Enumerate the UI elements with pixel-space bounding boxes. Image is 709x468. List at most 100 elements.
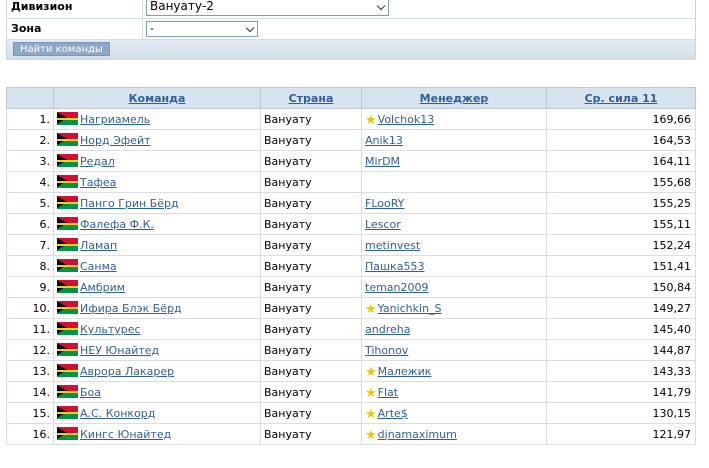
team-link[interactable]: Амбрим [80,281,125,294]
manager-link[interactable]: Flat [378,386,398,399]
table-row: 12. НЕУ Юнайтед Вануату Tihonov 144,87 [6,339,696,361]
power-cell: 164,11 [546,150,696,172]
team-link[interactable]: Норд Эфейт [80,134,151,147]
filter-toolbar: Найти команды [7,40,695,60]
country-cell: Вануату [260,381,362,403]
team-link[interactable]: Фалефа Ф.К. [80,218,154,231]
team-link[interactable]: Нагриамель [80,113,150,126]
vanuatu-flag-icon [57,301,78,314]
header-manager[interactable]: Менеджер [361,87,547,109]
country-cell: Вануату [260,360,362,382]
team-link[interactable]: Редал [80,155,115,168]
vanuatu-flag-icon [57,259,78,272]
header-power[interactable]: Ср. сила 11 [546,87,696,109]
power-cell: 141,79 [546,381,696,403]
vanuatu-flag-icon [57,112,78,125]
rank-cell: 2. [6,129,54,151]
team-cell: Санма [53,255,261,277]
team-cell: Аврора Лакарер [53,360,261,382]
zone-label: Зона [7,19,143,39]
team-link[interactable]: Культурес [80,323,141,336]
manager-link[interactable]: Tihonov [365,344,408,357]
manager-cell: Пашка553 [361,255,547,277]
team-cell: НЕУ Юнайтед [53,339,261,361]
table-row: 11. Культурес Вануату andreha 145,40 [6,318,696,340]
division-select[interactable]: Вануату-2 [146,0,389,16]
country-cell: Вануату [260,297,362,319]
table-row: 10. Ифира Блэк Бёрд Вануату ★Yanichkin_S 149… [6,297,696,319]
manager-cell: ★djnamaximum [361,423,547,445]
country-cell: Вануату [260,318,362,340]
table-row: 14. Боа Вануату ★Flat 141,79 [6,381,696,403]
header-country[interactable]: Страна [260,87,362,109]
vanuatu-flag-icon [57,154,78,167]
manager-link[interactable]: Lescor [365,218,401,231]
vanuatu-flag-icon [57,427,78,440]
manager-link[interactable]: MirDM [365,155,400,168]
manager-link[interactable]: Yanichkin_S [378,302,442,315]
vanuatu-flag-icon [57,364,78,377]
filter-form: Дивизион Вануату-2 Зона - Найти команды [6,0,696,60]
find-teams-button[interactable]: Найти команды [13,42,110,56]
country-cell: Вануату [260,192,362,214]
rank-cell: 12. [6,339,54,361]
table-row: 4. Тафеа Вануату 155,68 [6,171,696,193]
sort-team-link[interactable]: Команда [129,92,186,105]
team-link[interactable]: Аврора Лакарер [80,365,174,378]
team-cell: Редал [53,150,261,172]
manager-cell: ★Arte$ [361,402,547,424]
rank-cell: 7. [6,234,54,256]
manager-link[interactable]: metinvest [365,239,420,252]
team-cell: Ламап [53,234,261,256]
team-cell: А.С. Конкорд [53,402,261,424]
zone-select[interactable]: - [146,21,258,37]
manager-link[interactable]: Arte$ [378,407,408,420]
power-cell: 145,40 [546,318,696,340]
manager-link[interactable]: FLooRY [365,197,404,210]
rank-cell: 14. [6,381,54,403]
vanuatu-flag-icon [57,175,78,188]
manager-link[interactable]: Volchok13 [378,113,435,126]
rank-cell: 3. [6,150,54,172]
team-link[interactable]: Санма [80,260,117,273]
sort-manager-link[interactable]: Менеджер [420,92,489,105]
rank-cell: 13. [6,360,54,382]
manager-cell: FLooRY [361,192,547,214]
manager-cell: ★Flat [361,381,547,403]
sort-country-link[interactable]: Страна [289,92,334,105]
manager-link[interactable]: Пашка553 [365,260,424,273]
manager-cell: Anik13 [361,129,547,151]
power-cell: 143,33 [546,360,696,382]
manager-link[interactable]: Anik13 [365,134,403,147]
zone-select-value: - [150,22,154,35]
team-link[interactable]: Кингс Юнайтед [80,428,171,441]
team-link[interactable]: Ламап [80,239,117,252]
teams-table-body: 1. Нагриамель Вануату ★Volchok13 169,66 2. Нор… [6,108,696,445]
team-cell: Норд Эфейт [53,129,261,151]
team-link[interactable]: Ифира Блэк Бёрд [80,302,182,315]
vanuatu-flag-icon [57,217,78,230]
manager-link[interactable]: andreha [365,323,410,336]
manager-cell [361,171,547,193]
team-link[interactable]: Панго Грин Бёрд [80,197,179,210]
manager-link[interactable]: teman2009 [365,281,429,294]
table-row: 9. Амбрим Вануату teman2009 150,84 [6,276,696,298]
manager-cell: Tihonov [361,339,547,361]
team-link[interactable]: А.С. Конкорд [80,407,155,420]
star-icon: ★ [365,364,377,380]
power-cell: 149,27 [546,297,696,319]
header-rank [6,87,54,109]
team-link[interactable]: Тафеа [80,176,116,189]
team-link[interactable]: НЕУ Юнайтед [80,344,159,357]
division-row: Дивизион Вануату-2 [7,0,695,19]
vanuatu-flag-icon [57,133,78,146]
table-row: 6. Фалефа Ф.К. Вануату Lescor 155,11 [6,213,696,235]
manager-link[interactable]: Малежик [378,365,432,378]
team-link[interactable]: Боа [80,386,101,399]
team-cell: Культурес [53,318,261,340]
sort-power-link[interactable]: Ср. сила 11 [585,92,658,105]
table-header-row: Команда Страна Менеджер Ср. сила 11 [6,87,696,109]
power-cell: 144,87 [546,339,696,361]
manager-link[interactable]: djnamaximum [378,428,457,441]
header-team[interactable]: Команда [53,87,261,109]
